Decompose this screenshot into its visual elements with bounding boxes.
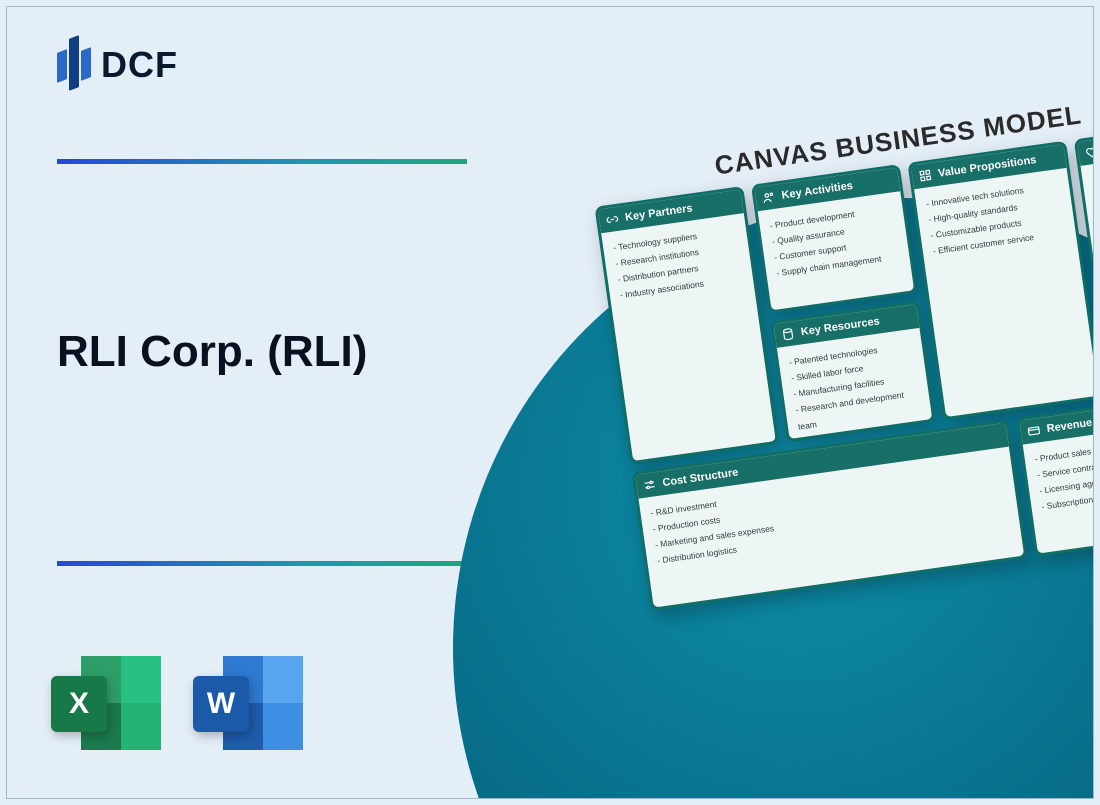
logo-bars-icon [57, 37, 91, 93]
excel-icon: X [51, 648, 161, 758]
divider-bottom [57, 561, 467, 566]
card-key-activities: Key Activities Product developmentQualit… [751, 164, 918, 314]
logo-text: DCF [101, 44, 178, 86]
divider-top [57, 159, 467, 164]
word-icon: W [193, 648, 303, 758]
grid-icon [917, 168, 933, 184]
page-title: RLI Corp. (RLI) [57, 327, 367, 377]
word-badge: W [193, 676, 249, 732]
heart-icon [1084, 144, 1094, 160]
excel-badge: X [51, 676, 107, 732]
canvas-board: CANVAS BUSINESS MODEL Key Partners Techn… [589, 82, 1094, 611]
dcf-logo: DCF [57, 37, 178, 93]
card-key-resources: Key Resources Patented technologiesSkill… [770, 301, 936, 443]
database-icon [780, 326, 796, 342]
card-icon [1026, 423, 1042, 439]
sliders-icon [642, 477, 658, 493]
card-revenue: Revenue S Product salesService contracts… [1016, 388, 1094, 557]
card-title: Key Partners [624, 202, 693, 223]
people-icon [761, 190, 777, 206]
card-value-propositions: Value Propositions Innovative tech solut… [907, 141, 1094, 421]
card-title: Revenue S [1046, 415, 1094, 435]
link-icon [604, 212, 620, 228]
card-body: Patented technologiesSkilled labor force… [777, 328, 933, 443]
